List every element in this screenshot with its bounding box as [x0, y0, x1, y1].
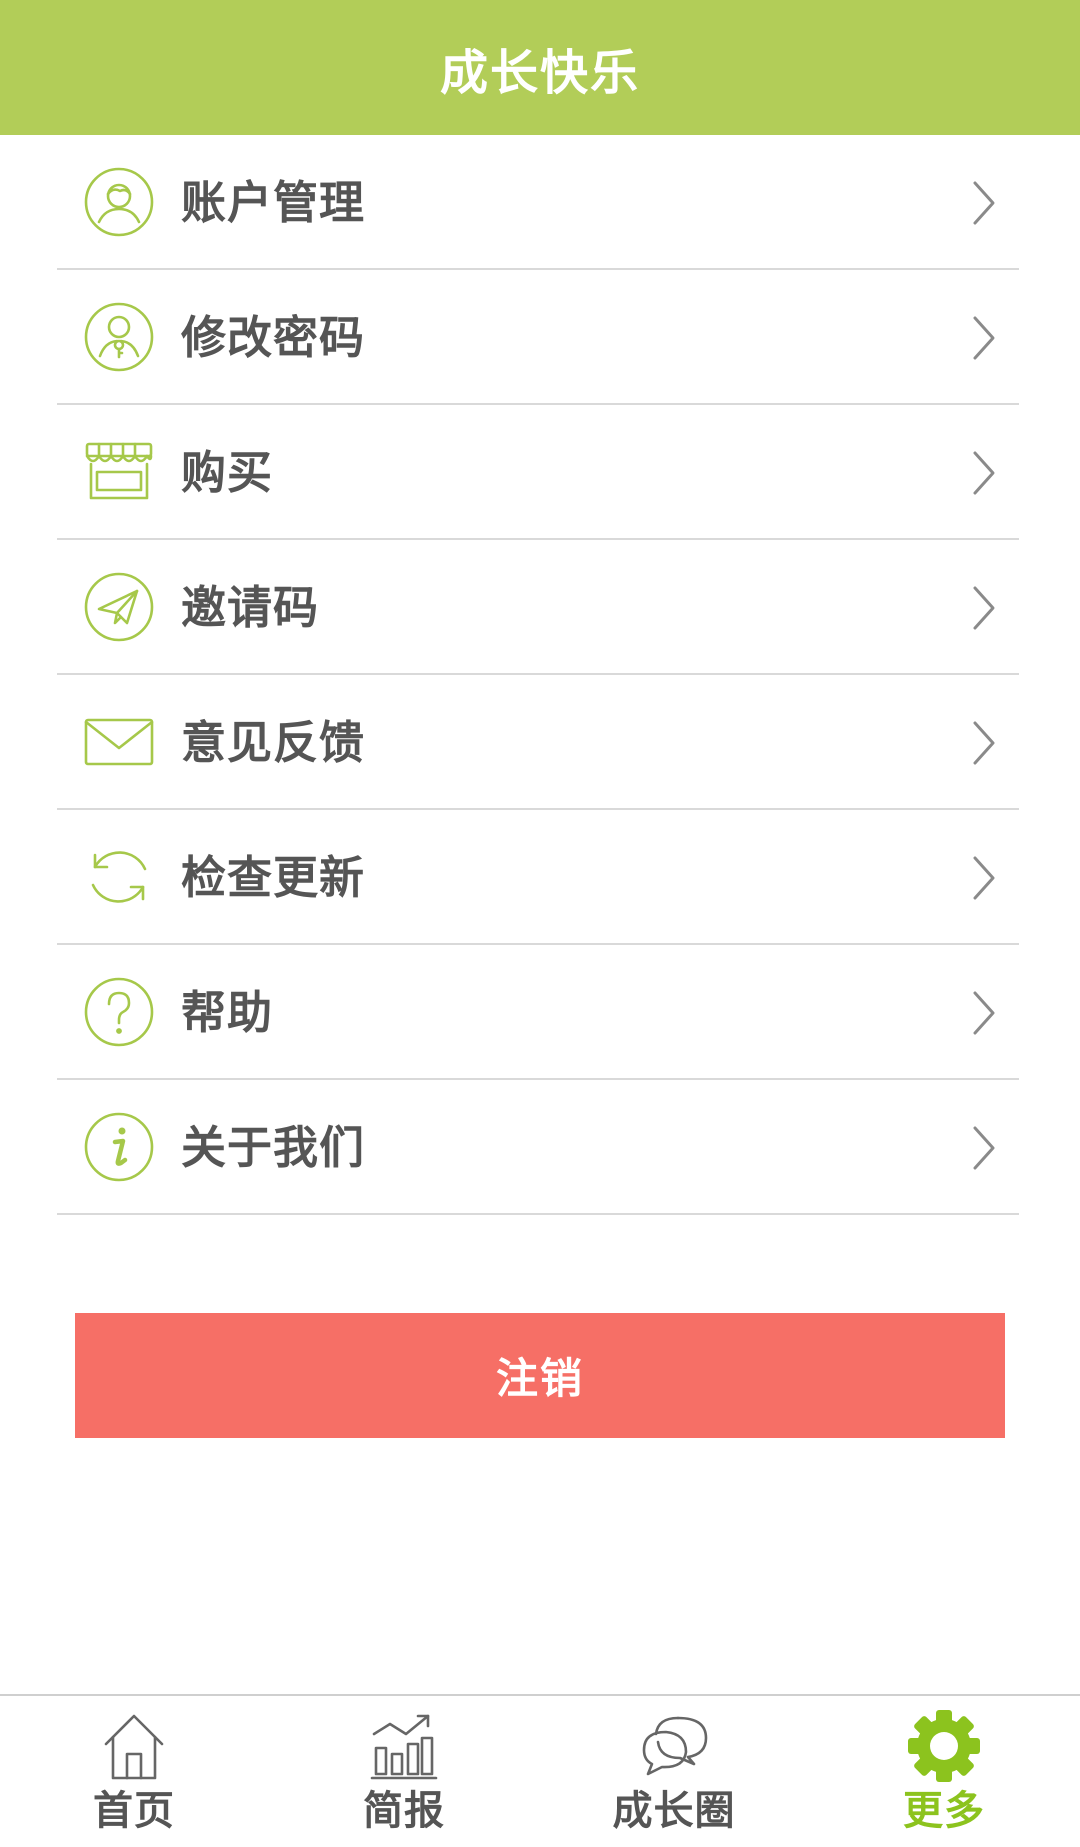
menu-item-label: 购买 — [181, 446, 274, 499]
shop-icon — [83, 436, 155, 508]
menu-item-invite-code[interactable]: 邀请码 — [57, 540, 1019, 675]
home-icon — [98, 1710, 170, 1782]
paper-plane-icon — [83, 571, 155, 643]
menu-item-label: 修改密码 — [181, 311, 366, 364]
tab-label: 成长圈 — [612, 1788, 736, 1834]
menu-item-account[interactable]: 账户管理 — [57, 135, 1019, 270]
menu-item-help[interactable]: 帮助 — [57, 945, 1019, 1080]
menu-item-label: 账户管理 — [181, 176, 366, 229]
bottom-tab-bar: 首页 简报 成长圈 更多 — [0, 1694, 1080, 1845]
menu-item-check-update[interactable]: 检查更新 — [57, 810, 1019, 945]
gear-icon — [908, 1710, 980, 1782]
menu-item-feedback[interactable]: 意见反馈 — [57, 675, 1019, 810]
tab-report[interactable]: 简报 — [304, 1710, 504, 1847]
menu-item-label: 帮助 — [181, 986, 274, 1039]
tab-growth-circle[interactable]: 成长圈 — [574, 1710, 774, 1847]
menu-item-label: 检查更新 — [181, 851, 366, 904]
logout-button[interactable]: 注销 — [75, 1313, 1005, 1438]
chevron-right-icon — [971, 854, 997, 902]
menu-item-purchase[interactable]: 购买 — [57, 405, 1019, 540]
menu-item-label: 邀请码 — [181, 581, 320, 634]
menu-item-label: 意见反馈 — [181, 716, 366, 769]
tab-label: 首页 — [93, 1788, 175, 1834]
page-title: 成长快乐 — [439, 44, 640, 101]
chat-icon — [638, 1710, 710, 1782]
chevron-right-icon — [971, 584, 997, 632]
app-header: 成长快乐 — [0, 0, 1080, 135]
refresh-icon — [83, 841, 155, 913]
menu-item-change-password[interactable]: 修改密码 — [57, 270, 1019, 405]
chevron-right-icon — [971, 719, 997, 767]
tab-more[interactable]: 更多 — [844, 1710, 1044, 1847]
menu-item-about-us[interactable]: 关于我们 — [57, 1080, 1019, 1215]
chevron-right-icon — [971, 314, 997, 362]
chevron-right-icon — [971, 179, 997, 227]
settings-menu: 账户管理 修改密码 购买 邀请码 意见反馈 检查更新 帮助 关于我们 — [57, 135, 1019, 1215]
chevron-right-icon — [971, 1124, 997, 1172]
menu-item-label: 关于我们 — [181, 1121, 366, 1174]
chevron-right-icon — [971, 449, 997, 497]
envelope-icon — [83, 706, 155, 778]
user-icon — [83, 166, 155, 238]
question-icon — [83, 976, 155, 1048]
chart-icon — [368, 1710, 440, 1782]
tab-label: 简报 — [363, 1788, 445, 1834]
tab-home[interactable]: 首页 — [34, 1710, 234, 1847]
tab-label: 更多 — [903, 1788, 985, 1834]
chevron-right-icon — [971, 989, 997, 1037]
info-icon — [83, 1111, 155, 1183]
key-user-icon — [83, 301, 155, 373]
